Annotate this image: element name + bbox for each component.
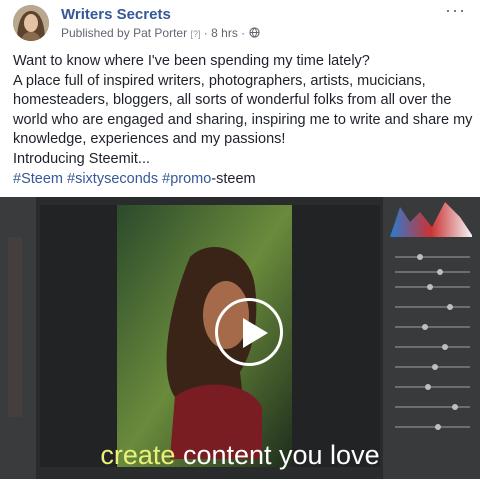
page-name-link[interactable]: Writers Secrets bbox=[61, 6, 171, 23]
video-caption: create content you love bbox=[0, 440, 480, 471]
author-link[interactable]: Pat Porter bbox=[133, 26, 187, 40]
help-icon[interactable]: [?] bbox=[190, 29, 200, 39]
post-line: Introducing Steemit... bbox=[13, 150, 151, 167]
avatar[interactable] bbox=[13, 5, 49, 41]
caption-highlight: create bbox=[100, 440, 176, 470]
more-icon[interactable]: ··· bbox=[445, 0, 466, 21]
hashtag-link[interactable]: #Steem bbox=[13, 171, 63, 187]
post-text: Want to know where I've been spending my… bbox=[13, 52, 473, 189]
hashtags: #Steem #sixtyseconds #promo-steem bbox=[13, 170, 473, 190]
globe-icon bbox=[248, 27, 260, 38]
post-time[interactable]: 8 hrs bbox=[211, 26, 238, 40]
post-line: Want to know where I've been spending my… bbox=[13, 53, 370, 69]
separator: · bbox=[203, 26, 208, 40]
post-bottom bbox=[0, 479, 480, 489]
post-line: A place full of inspired writers, photog… bbox=[13, 72, 473, 148]
published-prefix: Published by bbox=[61, 26, 130, 40]
post-card: Writers Secrets Published by Pat Porter … bbox=[0, 0, 480, 489]
hashtag-suffix: -steem bbox=[211, 170, 256, 187]
hashtag-link[interactable]: #sixtyseconds bbox=[67, 171, 158, 187]
caption-rest: content you love bbox=[182, 440, 380, 470]
hashtag-link[interactable]: #promo bbox=[162, 171, 211, 187]
play-icon[interactable] bbox=[215, 298, 283, 366]
post-meta: Published by Pat Porter [?] · 8 hrs · bbox=[61, 26, 260, 40]
separator-2: · bbox=[241, 26, 246, 40]
